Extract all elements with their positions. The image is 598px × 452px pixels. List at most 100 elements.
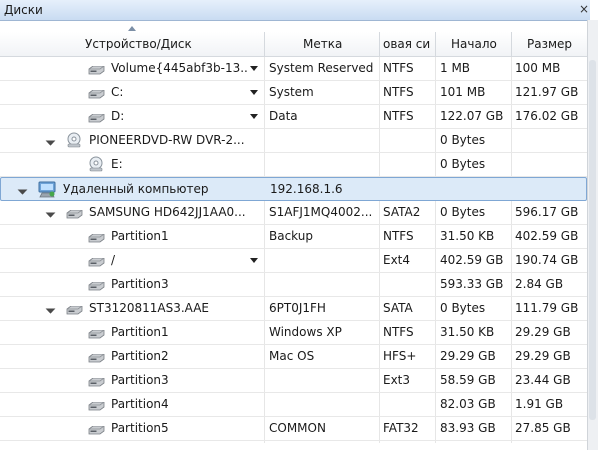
filesystem: NTFS (383, 85, 414, 99)
table-row[interactable]: PIONEERDVD-RW DVR-2... 0 Bytes (0, 129, 587, 153)
panel-title: Диски (4, 3, 43, 17)
disk-icon (88, 112, 105, 123)
disk-icon (88, 256, 105, 267)
size (515, 129, 585, 152)
column-header-size[interactable]: Размер (512, 32, 587, 56)
cd-drive-icon (66, 132, 82, 148)
dropdown-arrow-icon[interactable] (250, 66, 258, 71)
device-name: Partition1 (111, 325, 169, 339)
disk-icon (88, 400, 105, 411)
filesystem (384, 178, 436, 201)
filesystem: SATA (383, 301, 413, 315)
table-row[interactable]: Partition4 82.03 GB 1.91 GB (0, 393, 587, 417)
table-row[interactable]: C: System NTFS 101 MB 121.97 GB (0, 81, 587, 105)
column-header-label-col[interactable]: Метка (265, 32, 380, 56)
size: 596.17 GB (515, 205, 579, 219)
start-offset: 593.33 GB (440, 277, 504, 291)
disk-icon (88, 88, 105, 99)
start-offset: 58.59 GB (440, 373, 496, 387)
filesystem (383, 393, 435, 416)
column-header-label: Начало (451, 37, 497, 51)
sort-ascending-icon (128, 26, 136, 31)
collapse-arrow-icon[interactable] (17, 184, 28, 195)
table-row[interactable]: Partition3 593.33 GB 2.84 GB (0, 273, 587, 297)
size: 29.29 GB (515, 325, 571, 339)
column-header-label: овая си (383, 37, 431, 51)
device-name: Partition1 (111, 229, 169, 243)
column-header-label: Размер (527, 37, 573, 51)
collapse-arrow-icon[interactable] (45, 303, 56, 314)
filesystem: SATA2 (383, 205, 421, 219)
device-name: Partition5 (111, 421, 169, 435)
disk-icon (88, 424, 105, 435)
close-icon[interactable]: × (578, 2, 590, 16)
dropdown-arrow-icon[interactable] (250, 114, 258, 119)
filesystem (383, 153, 435, 176)
volume-label: System (269, 85, 314, 99)
table-row[interactable]: SAMSUNG HD642JJ1AA0... S1AFJ1MQ4002... SAT… (0, 201, 587, 225)
table-row[interactable]: Partition2 Mac OS HFS+ 29.29 GB 29.29 GB (0, 345, 587, 369)
size: 121.97 GB (515, 85, 579, 99)
size: 190.74 GB (515, 253, 579, 267)
filesystem: NTFS (383, 61, 414, 75)
volume-label (269, 393, 379, 416)
table-row[interactable]: ST3120811AS3.AAE 6PT0J1FH SATA 0 Bytes 111.7… (0, 297, 587, 321)
volume-label (269, 153, 379, 176)
filesystem (383, 273, 435, 296)
disk-icon (66, 208, 83, 219)
table-row[interactable]: Partition3 Ext3 58.59 GB 23.44 GB (0, 369, 587, 393)
table-row[interactable]: Partition1 Windows XP NTFS 31.50 KB 29.29 GB (0, 321, 587, 345)
table-row[interactable]: E: 0 Bytes (0, 153, 587, 177)
start-offset: 83.93 GB (440, 421, 496, 435)
table-row[interactable]: Partition1 Backup NTFS 31.50 KB 402.59 GB (0, 225, 587, 249)
size: 402.59 GB (515, 229, 579, 243)
start-offset: 31.50 KB (440, 229, 495, 243)
column-header-filesystem[interactable]: овая си (380, 32, 436, 56)
dropdown-arrow-icon[interactable] (250, 90, 258, 95)
size: 111.79 GB (515, 301, 579, 315)
table-row[interactable]: Partition5 COMMON FAT32 83.93 GB 27.85 GB (0, 417, 587, 441)
start-offset: 402.59 GB (440, 253, 504, 267)
column-header-label: Устройство/Диск (85, 37, 192, 51)
device-name: / (111, 253, 116, 267)
table-row[interactable]: Volume{445abf3b-13.. System Reserved NTFS 1… (0, 57, 587, 81)
table-row[interactable]: Удаленный компьютер 192.168.1.6 (0, 177, 587, 201)
start-offset: 29.29 GB (440, 349, 496, 363)
device-name: Partition2 (111, 349, 169, 363)
device-name: SAMSUNG HD642JJ1AA0... (89, 205, 246, 219)
column-header-start[interactable]: Начало (436, 32, 512, 56)
filesystem: HFS+ (383, 349, 417, 363)
table-row[interactable]: D: Data NTFS 122.07 GB 176.02 GB (0, 105, 587, 129)
size (515, 153, 585, 176)
panel-titlebar: Диски × (0, 0, 590, 21)
device-name: Partition3 (111, 277, 169, 291)
volume-label (269, 129, 379, 152)
disk-icon (88, 352, 105, 363)
column-header-device[interactable]: Устройство/Диск (0, 32, 265, 56)
start-offset: 0 Bytes (440, 157, 486, 171)
start-offset: 1 MB (440, 61, 471, 75)
column-header-row: Устройство/Диск Метка овая си Начало Раз… (0, 32, 587, 57)
size: 1.91 GB (515, 397, 564, 411)
dropdown-arrow-icon[interactable] (250, 258, 258, 263)
disk-icon (88, 376, 105, 387)
disk-icon (66, 304, 83, 315)
filesystem: Ext4 (383, 253, 411, 267)
start-offset: 82.03 GB (440, 397, 496, 411)
size: 2.84 GB (515, 277, 564, 291)
volume-label: Data (269, 109, 298, 123)
collapse-arrow-icon[interactable] (45, 207, 56, 218)
table-row[interactable]: / Ext4 402.59 GB 190.74 GB (0, 249, 587, 273)
filesystem: Ext3 (383, 373, 411, 387)
disk-icon (88, 232, 105, 243)
vertical-scrollbar[interactable] (587, 20, 598, 450)
volume-label: Backup (269, 229, 313, 243)
collapse-arrow-icon[interactable] (45, 135, 56, 146)
filesystem: NTFS (383, 229, 414, 243)
device-name: Volume{445abf3b-13.. (111, 61, 248, 75)
start-offset: 122.07 GB (440, 109, 504, 123)
scrollbar-thumb[interactable] (589, 60, 596, 420)
device-name: PIONEERDVD-RW DVR-2... (89, 133, 245, 147)
volume-label (269, 369, 379, 392)
start-offset (441, 178, 511, 201)
